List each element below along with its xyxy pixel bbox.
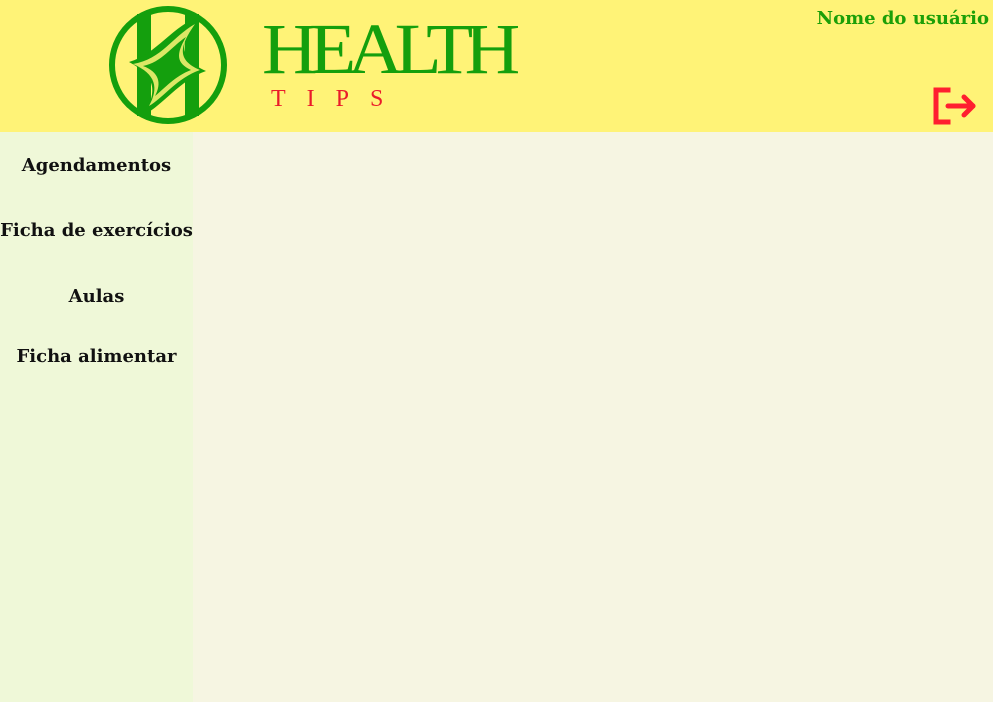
logout-icon[interactable]	[930, 86, 980, 126]
sidebar-item-ficha-de-exercicios[interactable]: Ficha de exercícios	[0, 219, 193, 243]
brand-subtitle: TIPS	[271, 86, 405, 112]
sidebar-item-ficha-alimentar[interactable]: Ficha alimentar	[0, 345, 193, 369]
main-content-area	[193, 132, 993, 702]
health-tips-logo	[107, 4, 229, 126]
sidebar-item-aulas[interactable]: Aulas	[0, 285, 193, 309]
sidebar-item-agendamentos[interactable]: Agendamentos	[0, 154, 193, 178]
top-header: HEALTH TIPS Nome do usuário	[0, 0, 993, 132]
user-name[interactable]: Nome do usuário	[817, 8, 989, 30]
logout-button[interactable]	[930, 86, 980, 126]
brand-title: HEALTH	[262, 9, 520, 89]
health-logo-icon	[109, 6, 227, 124]
sidebar-navigation: Agendamentos Ficha de exercícios Aulas F…	[0, 132, 193, 702]
app-page: HEALTH TIPS Nome do usuário Agendamentos…	[0, 0, 993, 702]
